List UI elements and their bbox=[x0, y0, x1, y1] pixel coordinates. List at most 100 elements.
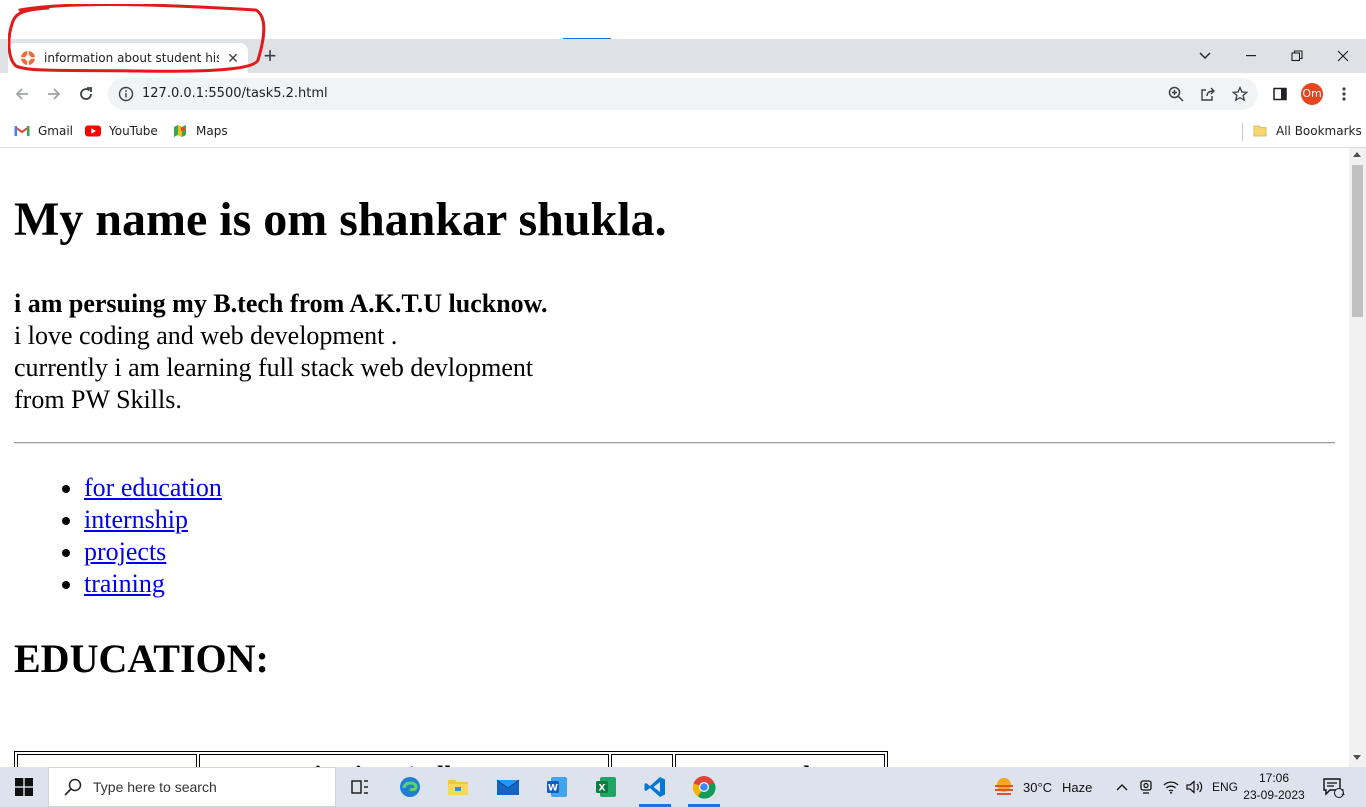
table-header-cell bbox=[611, 754, 673, 767]
folder-icon bbox=[1252, 124, 1268, 138]
volume-tray[interactable] bbox=[1186, 767, 1204, 807]
all-bookmarks-button[interactable]: All Bookmarks bbox=[1252, 122, 1362, 140]
bookmark-label: Maps bbox=[196, 124, 228, 138]
language-indicator[interactable]: ENG bbox=[1212, 767, 1238, 807]
bookmark-star-button[interactable] bbox=[1228, 82, 1252, 106]
restore-icon bbox=[1291, 50, 1303, 62]
link-internship[interactable]: internship bbox=[84, 505, 188, 534]
bookmark-maps[interactable]: Maps bbox=[172, 122, 228, 140]
education-table: institute/colle result bbox=[14, 751, 888, 767]
webcam-icon bbox=[1140, 780, 1152, 794]
taskbar-edge[interactable] bbox=[386, 767, 434, 807]
close-window-button[interactable] bbox=[1320, 39, 1366, 73]
minimize-button[interactable] bbox=[1228, 39, 1274, 73]
window-top-strip bbox=[0, 0, 1366, 39]
education-heading: EDUCATION: bbox=[14, 636, 269, 681]
intro-bold-line: i am persuing my B.tech from A.K.T.U luc… bbox=[14, 289, 548, 318]
bookmark-gmail[interactable]: Gmail bbox=[14, 122, 73, 140]
link-for-education[interactable]: for education bbox=[84, 473, 222, 502]
share-button[interactable] bbox=[1196, 82, 1220, 106]
weather-condition: Haze bbox=[1062, 779, 1093, 795]
intro-paragraph: i am persuing my B.tech from A.K.T.U luc… bbox=[14, 288, 548, 416]
tab-close-icon[interactable]: ✕ bbox=[225, 50, 241, 67]
url-text: 127.0.0.1:5500/task5.2.html bbox=[142, 86, 328, 101]
taskbar-mail[interactable] bbox=[484, 767, 532, 807]
address-bar[interactable]: 127.0.0.1:5500/task5.2.html bbox=[108, 78, 1258, 110]
maps-icon bbox=[172, 124, 188, 138]
taskbar-vscode[interactable] bbox=[631, 767, 679, 807]
table-header-cell: result bbox=[675, 754, 885, 767]
scroll-down-arrow[interactable] bbox=[1353, 755, 1361, 760]
tab-search-button[interactable] bbox=[1182, 39, 1228, 73]
intro-line: from PW Skills. bbox=[14, 385, 182, 414]
zoom-in-icon bbox=[1168, 86, 1184, 102]
list-item: internship bbox=[84, 504, 222, 536]
svg-text:X: X bbox=[599, 784, 606, 794]
haze-weather-icon bbox=[995, 778, 1013, 795]
table-header-row: institute/colle result bbox=[17, 754, 885, 767]
show-hidden-icons-button[interactable] bbox=[1116, 767, 1128, 807]
gmail-icon bbox=[14, 124, 30, 138]
page-title: My name is om shankar shukla. bbox=[14, 193, 667, 246]
reload-button[interactable] bbox=[74, 82, 98, 106]
chevron-down-icon bbox=[1199, 52, 1211, 59]
link-projects[interactable]: projects bbox=[84, 537, 166, 566]
page-viewport: My name is om shankar shukla. i am persu… bbox=[0, 148, 1349, 767]
link-training[interactable]: training bbox=[84, 569, 165, 598]
list-item: for education bbox=[84, 472, 222, 504]
new-tab-button[interactable]: + bbox=[258, 44, 282, 68]
browser-toolbar: 127.0.0.1:5500/task5.2.html Om bbox=[0, 73, 1366, 115]
browser-tab[interactable]: information about student his ed ✕ bbox=[8, 43, 248, 73]
meet-now-tray[interactable] bbox=[1139, 767, 1153, 807]
weather-widget[interactable]: 30°C Haze bbox=[992, 767, 1092, 807]
share-icon bbox=[1201, 87, 1215, 101]
windows-logo-icon bbox=[15, 778, 33, 796]
task-view-button[interactable] bbox=[336, 767, 384, 807]
forward-button[interactable] bbox=[42, 82, 66, 106]
network-tray[interactable] bbox=[1163, 767, 1179, 807]
excel-icon: X bbox=[596, 777, 616, 797]
bookmark-youtube[interactable]: YouTube bbox=[85, 122, 158, 140]
clock-date: 23-09-2023 bbox=[1243, 788, 1305, 802]
speaker-icon bbox=[1186, 780, 1203, 794]
taskbar-excel[interactable]: X bbox=[582, 767, 630, 807]
side-panel-icon bbox=[1273, 87, 1287, 101]
restore-button[interactable] bbox=[1274, 39, 1320, 73]
site-info-icon[interactable] bbox=[118, 86, 134, 102]
wifi-icon bbox=[1163, 781, 1179, 794]
notification-count: 1 bbox=[1340, 788, 1346, 797]
edge-icon bbox=[400, 777, 420, 797]
menu-button[interactable] bbox=[1332, 82, 1356, 106]
back-button[interactable] bbox=[10, 82, 34, 106]
intro-line: currently i am learning full stack web d… bbox=[14, 353, 534, 382]
bookmarks-bar: Gmail YouTube Maps All Bookmarks bbox=[0, 115, 1366, 148]
system-clock[interactable]: 17:06 23-09-2023 bbox=[1242, 770, 1306, 804]
clock-time: 17:06 bbox=[1258, 771, 1290, 785]
taskbar-search-box[interactable]: Type here to search bbox=[48, 767, 336, 807]
side-panel-button[interactable] bbox=[1268, 82, 1292, 106]
start-button[interactable] bbox=[0, 767, 48, 807]
table-header-cell bbox=[17, 754, 197, 767]
page-scrollbar[interactable] bbox=[1349, 148, 1366, 767]
bookmark-label: Gmail bbox=[38, 124, 74, 138]
task-view-icon bbox=[351, 780, 368, 794]
tab-favicon-icon bbox=[20, 50, 36, 66]
taskbar-file-explorer[interactable] bbox=[434, 767, 482, 807]
minimize-icon bbox=[1246, 55, 1256, 57]
scroll-up-arrow[interactable] bbox=[1353, 152, 1361, 157]
scrollbar-thumb[interactable] bbox=[1352, 165, 1363, 317]
taskbar-word[interactable]: W bbox=[533, 767, 581, 807]
notifications-button[interactable]: 1 bbox=[1322, 767, 1345, 807]
kebab-menu-icon bbox=[1342, 87, 1346, 101]
vscode-icon bbox=[644, 777, 665, 797]
windows-taskbar: Type here to search W X 30°C Haze ENG 17… bbox=[0, 767, 1366, 807]
chrome-icon bbox=[692, 776, 716, 799]
tab-title: information about student his ed bbox=[44, 51, 219, 65]
taskbar-chrome[interactable] bbox=[680, 767, 728, 807]
chevron-up-icon bbox=[1116, 784, 1128, 791]
arrow-left-icon bbox=[15, 88, 28, 100]
zoom-button[interactable] bbox=[1164, 82, 1188, 106]
profile-avatar[interactable]: Om bbox=[1301, 83, 1323, 105]
bookmarks-divider bbox=[1242, 123, 1243, 141]
weather-temp: 30°C bbox=[1023, 779, 1053, 795]
